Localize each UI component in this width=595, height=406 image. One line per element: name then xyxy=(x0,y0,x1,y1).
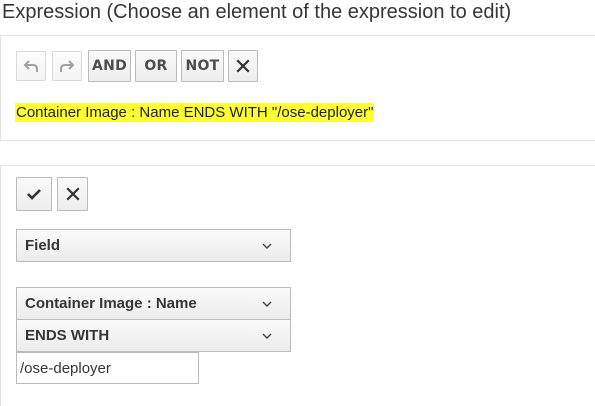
or-button[interactable]: OR xyxy=(135,50,177,82)
chevron-down-icon xyxy=(262,301,272,307)
discard-button[interactable] xyxy=(57,177,88,211)
not-button[interactable]: NOT xyxy=(181,50,224,82)
commit-button[interactable] xyxy=(16,177,52,211)
value-input[interactable] xyxy=(16,352,199,384)
expression-text[interactable]: Container Image : Name ENDS WITH "/ose-d… xyxy=(15,103,375,122)
field-select-value: Container Image : Name xyxy=(25,295,197,312)
remove-button[interactable] xyxy=(228,50,258,82)
page-title: Expression (Choose an element of the exp… xyxy=(2,1,512,23)
operator-select[interactable]: ENDS WITH xyxy=(16,319,291,352)
undo-button[interactable] xyxy=(16,51,46,81)
close-icon xyxy=(65,187,80,201)
and-button[interactable]: AND xyxy=(88,50,131,82)
undo-icon xyxy=(23,60,38,72)
redo-icon xyxy=(60,60,75,72)
redo-button[interactable] xyxy=(52,51,82,81)
operator-select-value: ENDS WITH xyxy=(25,327,110,344)
field-select[interactable]: Container Image : Name xyxy=(16,287,291,320)
type-select[interactable]: Field xyxy=(16,229,291,262)
chevron-down-icon xyxy=(262,333,272,339)
type-select-value: Field xyxy=(25,237,61,254)
close-icon xyxy=(236,59,250,73)
chevron-down-icon xyxy=(262,243,272,249)
checkmark-icon xyxy=(27,189,41,200)
